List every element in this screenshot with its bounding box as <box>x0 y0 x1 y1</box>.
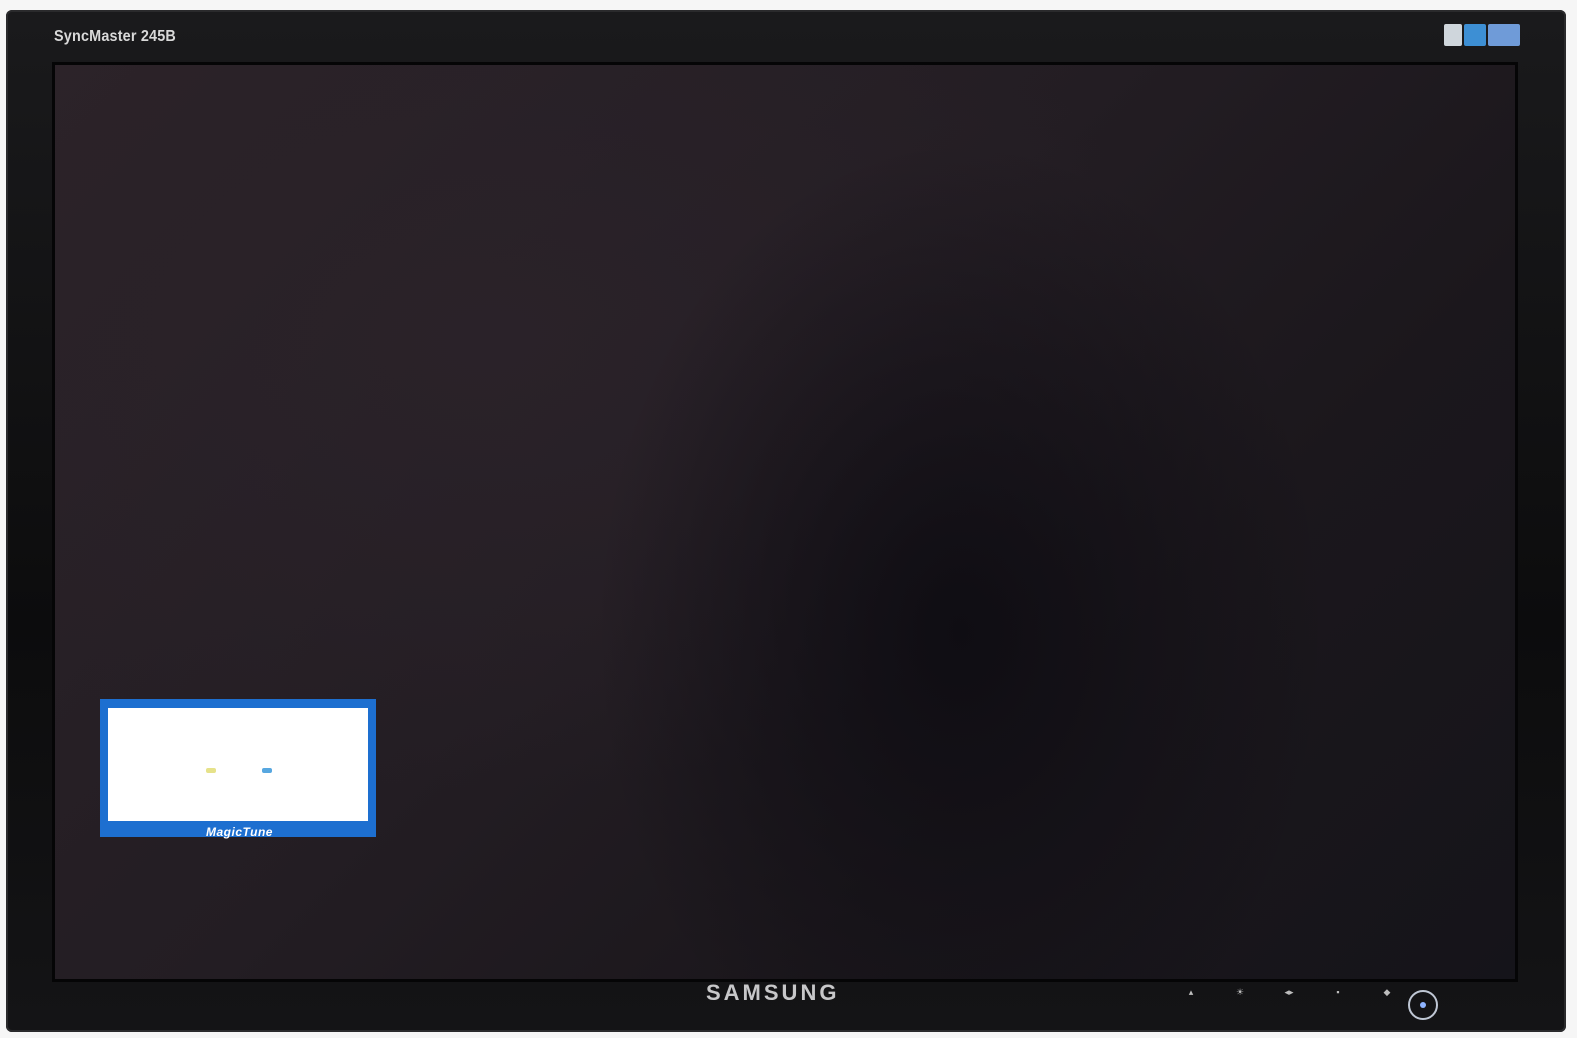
auto-button-icon[interactable]: ◆ <box>1376 986 1398 1000</box>
osd-indicator-blue <box>262 768 272 773</box>
power-led-icon <box>1420 1002 1426 1008</box>
power-button-icon[interactable] <box>1408 990 1438 1020</box>
blue-label-badge-icon <box>1464 24 1486 46</box>
brand-logo: SAMSUNG <box>706 980 840 1005</box>
osd-window: MagicTune <box>100 699 376 839</box>
energy-badge-icon <box>1488 24 1520 46</box>
osd-caption: MagicTune <box>206 825 273 839</box>
brightness-button-icon[interactable]: ☀ <box>1229 986 1251 1000</box>
front-controls: ▴ ☀ ◂▸ ▪ ◆ <box>1180 986 1398 1000</box>
osd-indicator-yellow <box>206 768 216 773</box>
certification-badge-icon <box>1444 24 1462 46</box>
monitor: SyncMaster 245B MagicTune <box>6 10 1566 1032</box>
scene: SyncMaster 245B MagicTune SAMSUNG ▴ ☀ ◂▸… <box>0 0 1577 1038</box>
source-button-icon[interactable]: ▪ <box>1327 986 1349 1000</box>
menu-button-icon[interactable]: ▴ <box>1180 986 1202 1000</box>
badge-strip <box>1444 24 1520 46</box>
osd-panel <box>108 708 368 821</box>
adjust-button-icon[interactable]: ◂▸ <box>1278 986 1300 1000</box>
model-label: SyncMaster 245B <box>54 28 176 45</box>
monitor-screen: MagicTune <box>52 62 1518 982</box>
